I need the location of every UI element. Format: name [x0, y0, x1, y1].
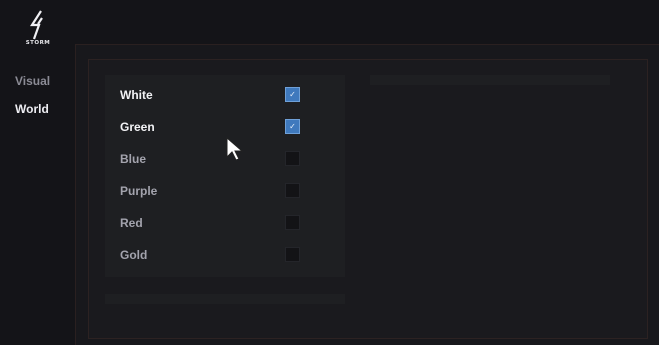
storm-logo: STORM	[22, 10, 54, 50]
color-label: Red	[120, 216, 143, 230]
sidebar: STORM Visual World	[0, 0, 76, 345]
right-section-bar[interactable]	[370, 75, 610, 85]
checkmark-icon: ✓	[289, 122, 296, 131]
list-item-red: Red	[105, 211, 345, 235]
sidebar-item-world[interactable]: World	[15, 102, 49, 116]
color-filter-panel: White ✓ Green ✓ Blue Purple Red Gold	[105, 75, 345, 277]
list-item-blue: Blue	[105, 147, 345, 171]
gold-checkbox[interactable]	[285, 247, 300, 262]
color-label: Gold	[120, 248, 148, 262]
blue-checkbox[interactable]	[285, 151, 300, 166]
color-label: White	[120, 88, 153, 102]
color-label: Blue	[120, 152, 147, 166]
collapsed-section-bar[interactable]	[105, 294, 345, 304]
green-checkbox[interactable]: ✓	[285, 119, 300, 134]
logo-text: STORM	[25, 40, 51, 46]
checkmark-icon: ✓	[289, 90, 296, 99]
list-item-white: White ✓	[105, 83, 345, 107]
app-window: STORM Visual World White ✓ Green ✓ Blue …	[0, 0, 659, 345]
mouse-pointer-icon	[226, 137, 244, 161]
color-label: Purple	[120, 184, 158, 198]
color-label: Green	[120, 120, 155, 134]
white-checkbox[interactable]: ✓	[285, 87, 300, 102]
list-item-purple: Purple	[105, 179, 345, 203]
purple-checkbox[interactable]	[285, 183, 300, 198]
lightning-bolt-icon	[29, 10, 43, 40]
red-checkbox[interactable]	[285, 215, 300, 230]
sidebar-item-visual[interactable]: Visual	[15, 74, 50, 88]
list-item-green: Green ✓	[105, 115, 345, 139]
list-item-gold: Gold	[105, 243, 345, 267]
